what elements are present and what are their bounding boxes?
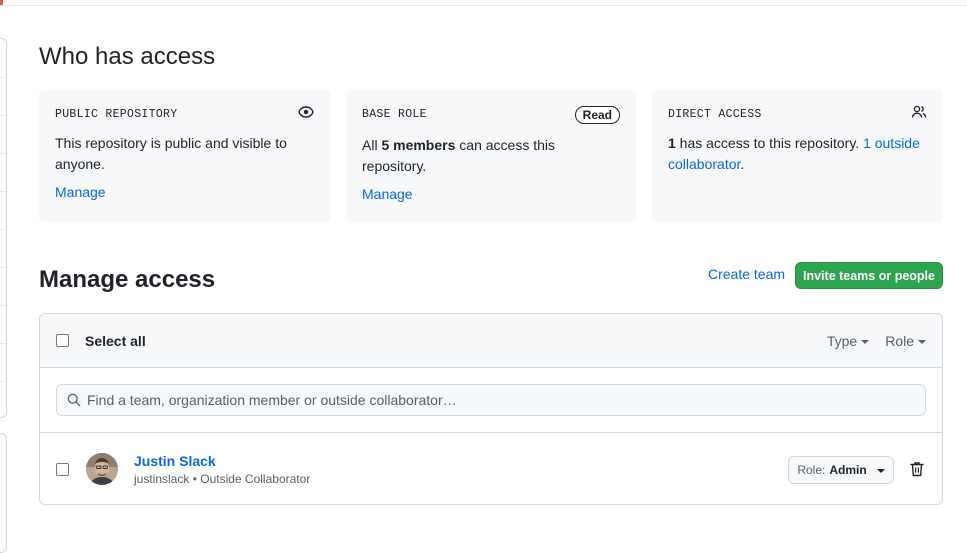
- card-body: This repository is public and visible to…: [55, 135, 287, 172]
- search-box: [56, 384, 926, 416]
- member-name-link[interactable]: Justin Slack: [134, 453, 310, 469]
- card-title: PUBLIC REPOSITORY: [55, 108, 178, 121]
- select-all-label: Select all: [85, 332, 146, 349]
- search-row: [40, 368, 942, 433]
- settings-sidebar: [0, 38, 7, 418]
- table-filters: Type Role: [827, 333, 926, 349]
- member-checkbox[interactable]: [56, 462, 69, 476]
- invite-teams-or-people-button[interactable]: Invite teams or people: [795, 262, 943, 289]
- direct-count: 1: [668, 135, 676, 151]
- manage-access-title: Manage access: [39, 266, 216, 293]
- public-repository-card: PUBLIC REPOSITORY This repository is pub…: [39, 90, 330, 222]
- settings-sidebar-section: [0, 433, 7, 553]
- member-role-dropdown[interactable]: Role: Admin: [788, 456, 894, 484]
- manage-base-role-link[interactable]: Manage: [362, 186, 413, 202]
- member-count: 5 members: [381, 137, 456, 153]
- read-badge-wrap: Read: [574, 106, 620, 124]
- people-icon: [911, 104, 927, 125]
- base-role-card: BASE ROLE Read All 5 members can access …: [346, 90, 636, 222]
- card-title: DIRECT ACCESS: [668, 108, 762, 121]
- direct-access-card: DIRECT ACCESS 1 has access to this repos…: [652, 90, 943, 222]
- type-filter-dropdown[interactable]: Type: [826, 332, 870, 349]
- role-filter-label: Role: [885, 332, 914, 349]
- member-username: justinslack: [134, 471, 190, 486]
- search-icon: [67, 393, 81, 412]
- select-all-checkbox[interactable]: [56, 334, 69, 347]
- chevron-down-icon: [918, 339, 926, 344]
- member-info: Justin Slack justinslack • Outside Colla…: [134, 453, 310, 486]
- member-relation: Outside Collaborator: [200, 471, 311, 486]
- body-end: .: [740, 156, 745, 172]
- type-filter-label: Type: [826, 332, 858, 349]
- card-body: All 5 members can access this repository…: [362, 135, 620, 177]
- role-prefix: Role:: [797, 463, 826, 477]
- manage-visibility-link[interactable]: Manage: [55, 184, 106, 200]
- eye-icon: [298, 104, 314, 125]
- create-team-link[interactable]: Create team: [708, 266, 785, 282]
- table-row: Justin Slack justinslack • Outside Colla…: [40, 433, 942, 504]
- read-badge: Read: [574, 106, 620, 124]
- access-table: Select all Type Role Find a team, organi…: [39, 313, 943, 505]
- role-value: Admin: [829, 463, 867, 477]
- header-divider: [0, 5, 967, 6]
- chevron-down-icon: [876, 469, 885, 473]
- who-has-access-title: Who has access: [39, 43, 216, 70]
- chevron-down-icon: [861, 339, 870, 344]
- body-mid: has access to this repository.: [675, 135, 864, 151]
- table-header: Select all Type Role: [40, 314, 942, 368]
- avatar: [86, 453, 118, 485]
- body-prefix: All: [362, 137, 382, 153]
- trash-icon[interactable]: [910, 461, 924, 482]
- member-meta: justinslack • Outside Collaborator: [134, 471, 311, 486]
- role-filter-dropdown[interactable]: Role: [885, 333, 926, 349]
- card-body: 1 has access to this repository. 1 outsi…: [668, 133, 927, 175]
- member-search-input[interactable]: [87, 385, 917, 415]
